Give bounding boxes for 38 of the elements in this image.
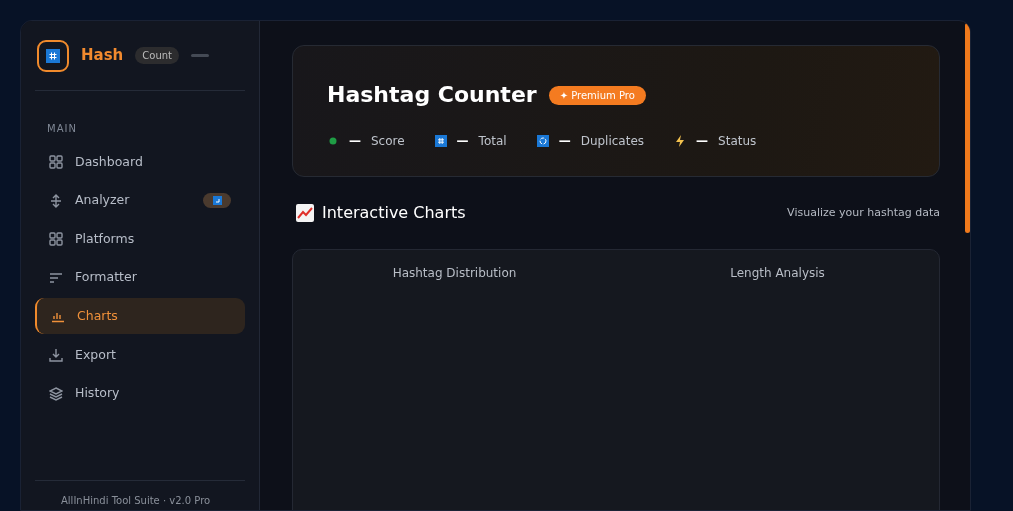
stat-value: —: [456, 135, 469, 148]
stat-label: Status: [718, 133, 757, 151]
chart-title: Hashtag Distribution: [392, 266, 517, 281]
stat-value: —: [696, 135, 709, 148]
grid-icon: [49, 232, 63, 247]
section-title: Interactive Charts: [322, 202, 466, 225]
bolt-icon: [674, 135, 687, 148]
dash-mark: [191, 54, 209, 57]
lines-icon: [49, 270, 63, 285]
sidebar-item[interactable]: Formatter: [35, 259, 245, 296]
stat-value: —: [558, 135, 571, 148]
refresh-icon: [536, 135, 549, 148]
premium-badge: ✦ Premium Pro: [548, 85, 646, 105]
stat-value: —: [349, 135, 361, 148]
sidebar-item[interactable]: Platforms: [35, 221, 245, 258]
sidebar-item[interactable]: Analyzer: [35, 182, 245, 219]
sidebar-item[interactable]: Export: [35, 336, 245, 373]
sidebar-item[interactable]: Charts: [35, 298, 245, 335]
sidebar-item[interactable]: Dashboard: [35, 144, 245, 180]
chart-title: Length Analysis: [730, 266, 825, 281]
brand-name: Hash: [81, 45, 124, 67]
stat-label: Score: [371, 133, 405, 151]
logo-icon: [37, 39, 69, 72]
layers-icon: [49, 386, 63, 401]
hash-icon: [434, 135, 447, 148]
brand-tag: Count: [135, 47, 179, 64]
download-icon: [49, 347, 63, 362]
page-title: Hashtag Counter: [327, 82, 537, 109]
grid-icon: [49, 155, 63, 169]
scrollbar[interactable]: [965, 23, 970, 233]
stat-label: Total: [478, 133, 507, 151]
stat-label: Duplicates: [580, 133, 645, 151]
sidebar-item[interactable]: History: [35, 375, 245, 412]
chart-icon: [296, 204, 314, 223]
footer-text: AllInHindi Tool Suite · v2.0 Pro: [35, 480, 245, 510]
section-label: MAIN: [47, 122, 78, 136]
section-subtitle: Visualize your hashtag data: [787, 205, 940, 222]
arrows-icon: [49, 193, 63, 208]
